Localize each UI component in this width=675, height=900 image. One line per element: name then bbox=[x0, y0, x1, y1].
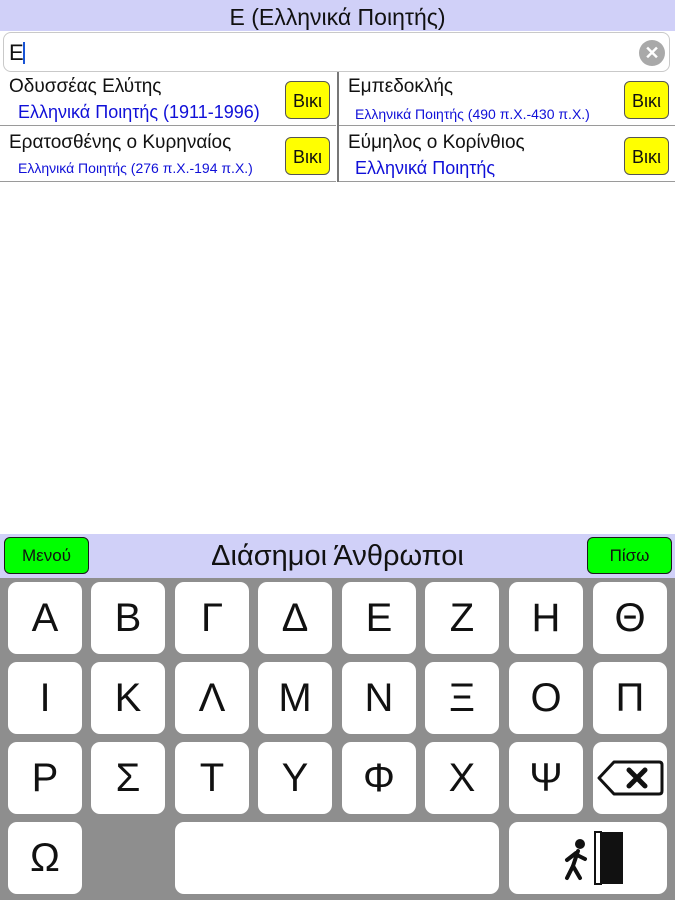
key-iota[interactable]: Ι bbox=[8, 662, 82, 734]
key-xi[interactable]: Ξ bbox=[425, 662, 499, 734]
result-item[interactable]: Εμπεδοκλής Ελληνικά Ποιητής (490 π.Χ.-43… bbox=[339, 72, 675, 126]
key-tau[interactable]: Τ bbox=[175, 742, 249, 814]
key-eta[interactable]: Η bbox=[509, 582, 583, 654]
wiki-button[interactable]: Βικι bbox=[624, 81, 669, 119]
exit-key[interactable] bbox=[509, 822, 667, 894]
text-cursor bbox=[23, 42, 25, 64]
back-button[interactable]: Πίσω bbox=[587, 537, 672, 574]
search-field[interactable]: Ε ✕ bbox=[3, 32, 670, 72]
clear-icon[interactable]: ✕ bbox=[639, 40, 665, 66]
key-psi[interactable]: Ψ bbox=[509, 742, 583, 814]
search-input[interactable]: Ε bbox=[9, 41, 24, 65]
key-rho[interactable]: Ρ bbox=[8, 742, 82, 814]
result-subtitle[interactable]: Ελληνικά Ποιητής (276 π.Χ.-194 π.Χ.) bbox=[18, 160, 253, 176]
key-omicron[interactable]: Ο bbox=[509, 662, 583, 734]
key-gamma[interactable]: Γ bbox=[175, 582, 249, 654]
key-chi[interactable]: Χ bbox=[425, 742, 499, 814]
key-lambda[interactable]: Λ bbox=[175, 662, 249, 734]
key-omega[interactable]: Ω bbox=[8, 822, 82, 894]
result-item[interactable]: Οδυσσέας Ελύτης Ελληνικά Ποιητής (1911-1… bbox=[0, 72, 336, 126]
menu-button[interactable]: Μενού bbox=[4, 537, 89, 574]
exit-door-icon bbox=[565, 831, 623, 885]
column-divider bbox=[337, 72, 339, 182]
key-phi[interactable]: Φ bbox=[342, 742, 416, 814]
greek-keyboard: Α Β Γ Δ Ε Ζ Η Θ Ι Κ Λ Μ Ν Ξ Ο Π Ρ Σ Τ Υ … bbox=[0, 578, 675, 900]
result-name: Εύμηλος ο Κορίνθιος bbox=[348, 132, 525, 153]
result-name: Ερατοσθένης ο Κυρηναίος bbox=[9, 132, 232, 153]
key-pi[interactable]: Π bbox=[593, 662, 667, 734]
result-subtitle[interactable]: Ελληνικά Ποιητής (1911-1996) bbox=[18, 102, 260, 123]
bottom-bar: Διάσημοι Άνθρωποι Μενού Πίσω bbox=[0, 534, 675, 578]
wiki-button[interactable]: Βικι bbox=[285, 81, 330, 119]
backspace-icon bbox=[597, 760, 664, 796]
key-theta[interactable]: Θ bbox=[593, 582, 667, 654]
delete-key[interactable] bbox=[593, 742, 667, 814]
key-sigma[interactable]: Σ bbox=[91, 742, 165, 814]
title-bar: Ε (Ελληνικά Ποιητής) bbox=[0, 0, 675, 31]
result-item[interactable]: Εύμηλος ο Κορίνθιος Ελληνικά Ποιητής Βικ… bbox=[339, 128, 675, 182]
page-title: Ε (Ελληνικά Ποιητής) bbox=[229, 4, 446, 30]
wiki-button[interactable]: Βικι bbox=[624, 137, 669, 175]
space-key[interactable] bbox=[175, 822, 499, 894]
key-delta[interactable]: Δ bbox=[258, 582, 332, 654]
key-kappa[interactable]: Κ bbox=[91, 662, 165, 734]
key-beta[interactable]: Β bbox=[91, 582, 165, 654]
key-upsilon[interactable]: Υ bbox=[258, 742, 332, 814]
key-epsilon[interactable]: Ε bbox=[342, 582, 416, 654]
result-subtitle[interactable]: Ελληνικά Ποιητής (490 π.Χ.-430 π.Χ.) bbox=[355, 106, 590, 122]
section-title: Διάσημοι Άνθρωποι bbox=[211, 540, 464, 572]
key-zeta[interactable]: Ζ bbox=[425, 582, 499, 654]
result-item[interactable]: Ερατοσθένης ο Κυρηναίος Ελληνικά Ποιητής… bbox=[0, 128, 336, 182]
result-name: Εμπεδοκλής bbox=[348, 76, 454, 97]
result-name: Οδυσσέας Ελύτης bbox=[9, 76, 162, 97]
wiki-button[interactable]: Βικι bbox=[285, 137, 330, 175]
result-subtitle[interactable]: Ελληνικά Ποιητής bbox=[355, 158, 495, 179]
key-mu[interactable]: Μ bbox=[258, 662, 332, 734]
key-nu[interactable]: Ν bbox=[342, 662, 416, 734]
key-alpha[interactable]: Α bbox=[8, 582, 82, 654]
